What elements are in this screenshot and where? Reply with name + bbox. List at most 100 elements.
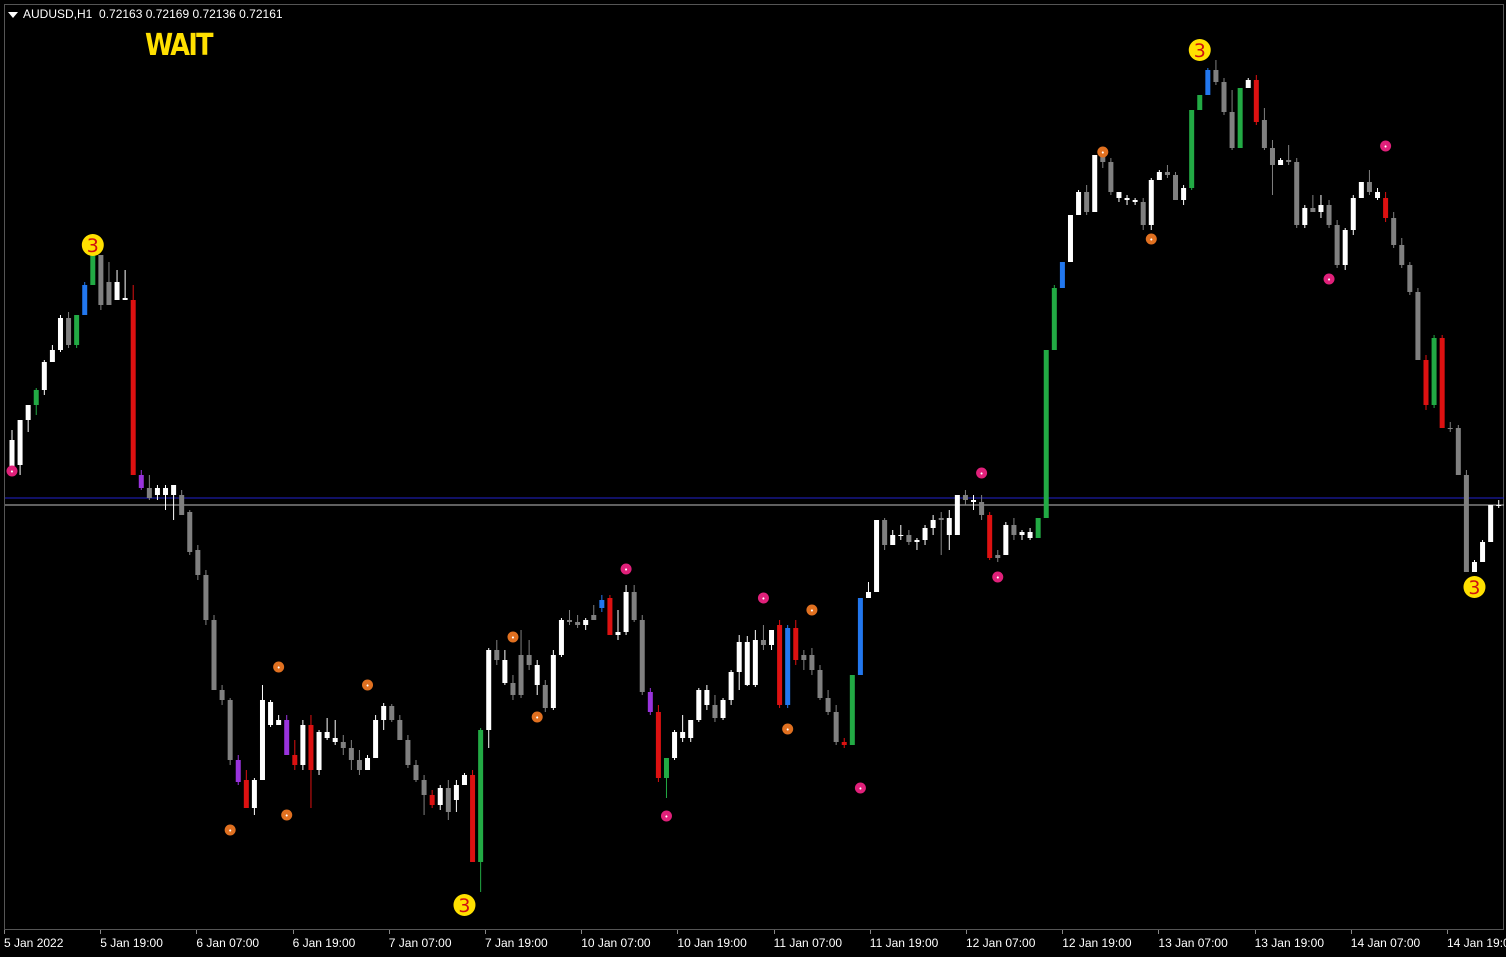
orange-signal-marker-label: •: [228, 827, 232, 835]
candle-body: [1035, 518, 1041, 538]
candle-body: [987, 515, 993, 558]
candle-body: [1116, 192, 1122, 198]
candle-body: [1164, 172, 1170, 175]
candle-body: [1439, 338, 1445, 428]
candle-body: [98, 255, 104, 305]
candle-body: [49, 350, 55, 362]
time-axis-tick: [677, 930, 679, 934]
candle-body: [962, 495, 968, 500]
candle-body: [1084, 192, 1090, 212]
candle-body: [874, 520, 880, 592]
symbol-timeframe: AUDUSD,H1: [23, 7, 93, 21]
candle-body: [219, 690, 225, 700]
wave-3-marker-label: 3: [87, 235, 99, 257]
time-axis-tick: [1062, 930, 1064, 934]
pink-signal-marker-label: •: [1327, 276, 1331, 284]
orange-signal-marker-label: •: [810, 607, 814, 615]
candle-body: [66, 318, 72, 345]
time-axis-tick: [292, 930, 294, 934]
candle-body: [663, 758, 669, 778]
time-axis-label: 6 Jan 19:00: [292, 936, 356, 950]
chart-menu-triangle-icon[interactable]: [8, 11, 18, 18]
candle-body: [1342, 230, 1348, 265]
candle-body: [1181, 188, 1187, 200]
candle-body: [801, 655, 807, 660]
candle-body: [841, 742, 847, 745]
candle-body: [1067, 215, 1073, 262]
candle-body: [1302, 208, 1308, 225]
candle-body: [1076, 192, 1082, 215]
candle-body: [696, 690, 702, 720]
candle-body: [163, 488, 169, 495]
candle-body: [1237, 88, 1243, 148]
candle-body: [1310, 208, 1316, 212]
candle-body: [720, 700, 726, 718]
candle-body: [1496, 505, 1502, 506]
pink-signal-marker-label: •: [10, 468, 14, 476]
ohlc-values: 0.72163 0.72169 0.72136 0.72161: [99, 7, 283, 21]
candle-body: [235, 760, 241, 782]
candle-body: [1156, 172, 1162, 180]
candle-body: [453, 785, 459, 800]
candle-body: [1480, 542, 1486, 562]
time-axis-label: 12 Jan 19:00: [1062, 936, 1132, 950]
time-axis-tick: [100, 930, 102, 934]
time-axis-label: 13 Jan 19:00: [1254, 936, 1324, 950]
candle-body: [906, 535, 912, 542]
candle-body: [946, 518, 952, 535]
candle-body: [1278, 160, 1284, 165]
candle-body: [744, 642, 750, 685]
candle-body: [752, 640, 758, 685]
candle-body: [1375, 192, 1381, 198]
candle-body: [1326, 205, 1332, 225]
wave-3-marker-label: 3: [458, 895, 470, 917]
orange-signal-marker-label: •: [535, 714, 539, 722]
candle-body: [599, 600, 605, 608]
time-axis-label: 11 Jan 19:00: [869, 936, 939, 950]
candle-body: [736, 642, 742, 672]
candle-body: [510, 683, 516, 695]
candle-body: [106, 282, 112, 305]
candle-body: [1358, 182, 1364, 198]
candle-body: [1229, 112, 1235, 148]
chart-header: AUDUSD,H1 0.72163 0.72169 0.72136 0.7216…: [8, 7, 283, 21]
candle-body: [550, 655, 556, 708]
time-axis-label: 7 Jan 07:00: [388, 936, 452, 950]
time-axis-tick: [485, 930, 486, 934]
time-axis-label: 5 Jan 2022: [4, 936, 64, 950]
candle-body: [405, 740, 411, 765]
time-axis-label: 14 Jan 07:00: [1350, 936, 1421, 950]
time-axis-tick: [1158, 930, 1160, 934]
candle-body: [623, 592, 629, 632]
candle-body: [680, 732, 686, 738]
candle-body: [1253, 80, 1259, 122]
time-axis-tick: [869, 930, 871, 934]
pink-signal-marker-label: •: [980, 470, 984, 478]
pink-signal-marker-label: •: [1384, 143, 1388, 151]
signal-status-label: WAIT: [145, 28, 213, 63]
time-axis-label: 5 Jan 19:00: [100, 936, 163, 950]
candle-body: [631, 592, 637, 620]
candle-body: [90, 255, 96, 285]
candle-body: [769, 630, 775, 645]
candle-body: [122, 298, 128, 300]
candle-body: [1455, 428, 1461, 475]
candle-body: [777, 625, 783, 705]
candle-body: [1011, 525, 1017, 535]
time-axis-tick: [388, 930, 390, 934]
time-axis-tick: [1254, 930, 1256, 934]
candle-body: [1245, 80, 1251, 88]
candle-body: [413, 765, 419, 780]
candle-body: [195, 550, 201, 575]
time-axis-tick: [773, 930, 775, 934]
candle-body: [542, 685, 548, 708]
candle-body: [1003, 525, 1009, 555]
candle-body: [1027, 532, 1033, 538]
time-axis-label: 11 Jan 07:00: [773, 936, 843, 950]
candle-body: [486, 650, 492, 730]
candle-body: [268, 702, 274, 725]
price-chart[interactable]: • • • • • • • • • • • • • • • • • • • 3 3 3 3: [0, 0, 1506, 930]
candle-body: [898, 535, 904, 536]
time-axis-label: 14 Jan 19:00: [1447, 936, 1506, 950]
candle-body: [1471, 562, 1477, 572]
